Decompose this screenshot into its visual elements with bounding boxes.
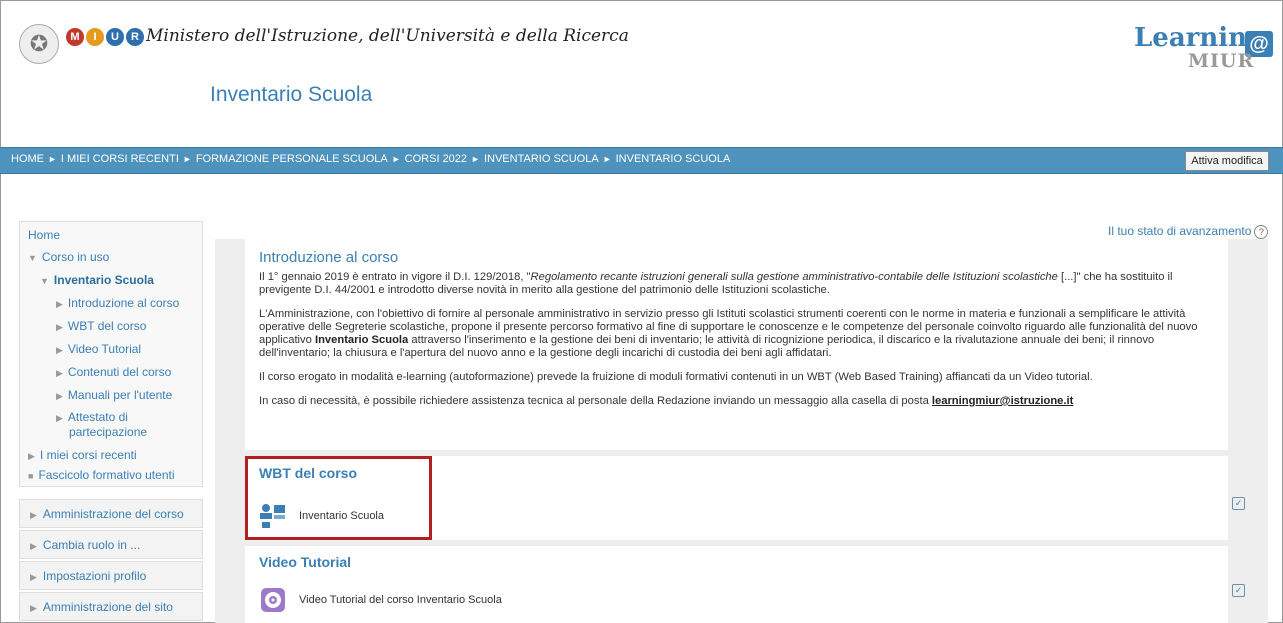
sidebar-item-label: I miei corsi recenti xyxy=(39,448,137,462)
completion-checkbox-icon[interactable]: ✓ xyxy=(1232,497,1245,510)
learning-miur-logo[interactable]: Learning @ MIUR xyxy=(1134,23,1274,83)
breadcrumb-formazione[interactable]: FORMAZIONE PERSONALE SCUOLA xyxy=(196,153,388,165)
activity-label: Video Tutorial del corso Inventario Scuo… xyxy=(299,594,502,606)
panel-amministrazione-sito[interactable]: ▶ Amministrazione del sito xyxy=(19,592,203,621)
logo-miur-text: MIUR xyxy=(1188,50,1255,72)
completion-checkbox-icon[interactable]: ✓ xyxy=(1232,584,1245,597)
collapsed-icon: ▶ xyxy=(56,368,63,378)
section-introduzione: Introduzione al corso Il 1° gennaio 2019… xyxy=(215,239,1268,450)
breadcrumb-home[interactable]: HOME xyxy=(11,153,44,165)
sidebar-item-label: Manuali per l'utente xyxy=(67,388,173,402)
sidebar-item-label: Attestato di xyxy=(67,410,128,424)
sidebar-item-attestato[interactable]: ▶ Attestato di xyxy=(56,410,128,424)
breadcrumb-separator: ► xyxy=(182,154,192,164)
miur-letter: I xyxy=(86,28,104,46)
panel-impostazioni-profilo[interactable]: ▶ Impostazioni profilo xyxy=(19,561,203,590)
breadcrumb: HOME ► I MIEI CORSI RECENTI ► FORMAZIONE PER… xyxy=(11,153,730,165)
sidebar-item-label: WBT del corso xyxy=(67,319,147,333)
sidebar-home[interactable]: Home xyxy=(28,228,60,242)
email-link[interactable]: learningmiur@istruzione.it xyxy=(932,395,1073,407)
collapsed-icon: ▶ xyxy=(56,299,63,309)
progress-status: Il tuo stato di avanzamento? xyxy=(1108,224,1269,239)
edit-mode-button[interactable]: Attiva modifica xyxy=(1185,151,1269,171)
sidebar-item-label: Corso in uso xyxy=(41,250,110,264)
breadcrumb-inventario[interactable]: INVENTARIO SCUOLA xyxy=(484,153,599,165)
site-title[interactable]: Inventario Scuola xyxy=(210,83,372,107)
breadcrumb-separator: ► xyxy=(602,154,612,164)
sidebar-current-course[interactable]: ▼ Corso in uso xyxy=(28,250,109,264)
sidebar-item-fascicolo[interactable]: ■ Fascicolo formativo utenti xyxy=(28,468,175,482)
intro-paragraph: L'Amministrazione, con l'obiettivo di fo… xyxy=(259,308,1198,359)
breadcrumb-recent[interactable]: I MIEI CORSI RECENTI xyxy=(61,153,179,165)
collapsed-icon: ▶ xyxy=(30,541,37,551)
progress-label: Il tuo stato di avanzamento xyxy=(1108,224,1252,238)
section-video: Video Tutorial Video Tutorial del corso … xyxy=(215,546,1268,623)
panel-amministrazione-corso[interactable]: ▶ Amministrazione del corso xyxy=(19,499,203,528)
intro-paragraph: Il corso erogato in modalità e-learning … xyxy=(259,371,1093,383)
collapsed-icon: ▶ xyxy=(56,322,63,332)
ministry-name: Ministero dell'Istruzione, dell'Universi… xyxy=(146,26,629,46)
collapsed-icon: ▶ xyxy=(56,413,63,423)
section-title: Video Tutorial xyxy=(259,554,352,570)
sidebar-item-video[interactable]: ▶ Video Tutorial xyxy=(56,342,141,356)
republic-emblem-icon: ✪ xyxy=(19,24,59,64)
miur-letter: R xyxy=(126,28,144,46)
section-summary: Il 1° gennaio 2019 è entrato in vigore i… xyxy=(259,271,1224,419)
sidebar-item-label: Contenuti del corso xyxy=(67,365,172,379)
panel-cambia-ruolo[interactable]: ▶ Cambia ruolo in ... xyxy=(19,530,203,559)
panel-label: Cambia ruolo in ... xyxy=(42,538,141,552)
bullet-icon: ■ xyxy=(28,471,34,481)
sidebar-course[interactable]: ▼ Inventario Scuola xyxy=(40,273,154,287)
breadcrumb-current[interactable]: INVENTARIO SCUOLA xyxy=(616,153,731,165)
breadcrumb-separator: ► xyxy=(471,154,480,164)
collapsed-icon: ▶ xyxy=(30,603,37,613)
breadcrumb-bar: HOME ► I MIEI CORSI RECENTI ► FORMAZIONE PER… xyxy=(0,147,1283,174)
miur-logo: M I U R xyxy=(66,28,144,46)
collapsed-icon: ▶ xyxy=(56,345,63,355)
video-resource-icon xyxy=(259,586,287,614)
breadcrumb-separator: ► xyxy=(48,154,57,164)
expanded-icon: ▼ xyxy=(28,253,37,263)
intro-paragraph: Il 1° gennaio 2019 è entrato in vigore i… xyxy=(259,271,1173,296)
sidebar-item-label: Fascicolo formativo utenti xyxy=(38,468,175,482)
sidebar-item-label: Inventario Scuola xyxy=(53,273,154,287)
collapsed-icon: ▶ xyxy=(30,510,37,520)
intro-paragraph: In caso di necessità, è possibile richie… xyxy=(259,395,1074,407)
sidebar-item-introduzione[interactable]: ▶ Introduzione al corso xyxy=(56,296,179,310)
breadcrumb-corsi[interactable]: CORSI 2022 xyxy=(405,153,467,165)
collapsed-icon: ▶ xyxy=(28,451,35,461)
section-title: Introduzione al corso xyxy=(259,249,399,266)
activity-video[interactable]: Video Tutorial del corso Inventario Scuo… xyxy=(259,586,502,614)
panel-label: Impostazioni profilo xyxy=(42,569,147,583)
expanded-icon: ▼ xyxy=(40,276,49,286)
panel-label: Amministrazione del sito xyxy=(42,600,173,614)
highlight-box xyxy=(245,456,432,540)
sidebar-item-contenuti[interactable]: ▶ Contenuti del corso xyxy=(56,365,171,379)
breadcrumb-separator: ► xyxy=(391,154,401,164)
help-icon[interactable]: ? xyxy=(1254,224,1269,239)
sidebar-item-recent[interactable]: ▶ I miei corsi recenti xyxy=(28,448,137,462)
sidebar-item-attestato-line2[interactable]: partecipazione xyxy=(69,425,147,439)
panel-label: Amministrazione del corso xyxy=(42,507,184,521)
sidebar-item-label: Video Tutorial xyxy=(67,342,142,356)
sidebar-item-wbt[interactable]: ▶ WBT del corso xyxy=(56,319,146,333)
sidebar-item-label: Introduzione al corso xyxy=(67,296,180,310)
collapsed-icon: ▶ xyxy=(30,572,37,582)
collapsed-icon: ▶ xyxy=(56,391,63,401)
sidebar-item-manuali[interactable]: ▶ Manuali per l'utente xyxy=(56,388,172,402)
miur-letter: U xyxy=(106,28,124,46)
miur-letter: M xyxy=(66,28,84,46)
